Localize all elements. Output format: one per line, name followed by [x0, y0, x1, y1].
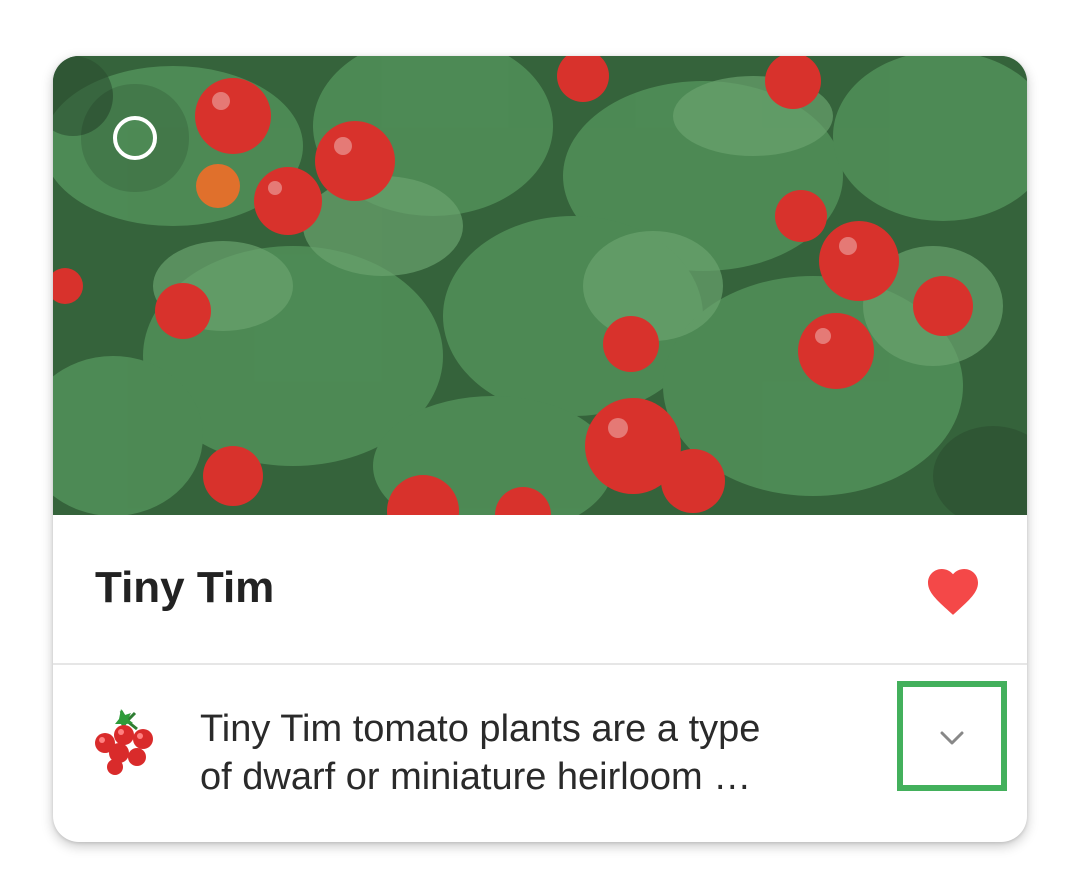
cherry-tomatoes-icon [91, 705, 161, 775]
tomato-plant-image [53, 56, 1027, 515]
expand-button[interactable] [897, 681, 1007, 791]
chevron-down-icon [940, 731, 964, 745]
description-line-1: Tiny Tim tomato plants are a type [200, 708, 761, 750]
description-row: Tiny Tim tomato plants are a type of dwa… [53, 665, 1027, 842]
plant-description: Tiny Tim tomato plants are a type of dwa… [200, 705, 840, 801]
plant-title: Tiny Tim [95, 563, 275, 612]
heart-icon[interactable] [923, 561, 983, 617]
plant-photo [53, 56, 1027, 515]
description-line-2: of dwarf or miniature heirloom … [200, 756, 752, 798]
title-row: Tiny Tim [53, 515, 1027, 663]
plant-card[interactable]: Tiny Tim Tiny Tim tomato plants are a ty… [53, 56, 1027, 842]
circle-outline-icon[interactable] [113, 116, 157, 160]
